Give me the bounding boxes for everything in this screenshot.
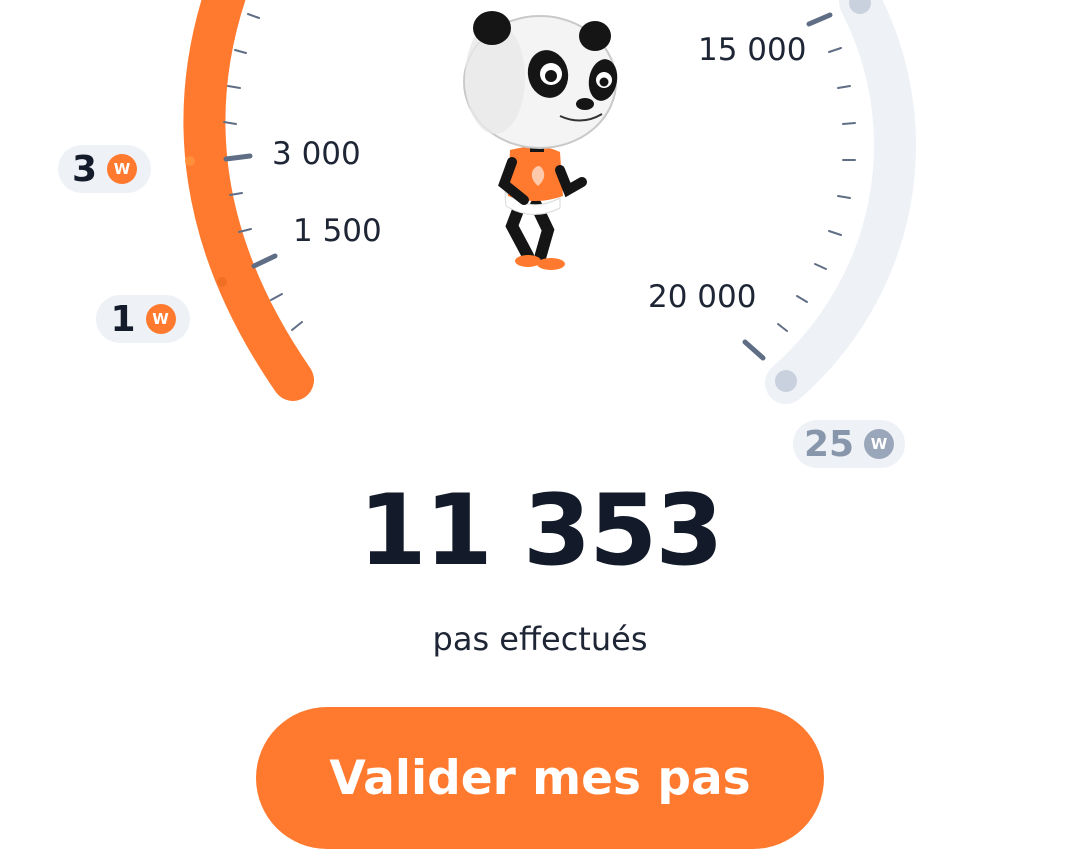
gauge-label-15000: 15 000 bbox=[698, 32, 806, 68]
panda-mascot-icon bbox=[463, 11, 618, 270]
reward-value: 3 bbox=[71, 148, 98, 190]
coin-icon: W bbox=[864, 429, 895, 459]
gauge-marker-3 bbox=[185, 156, 195, 166]
gauge-label-1500: 1 500 bbox=[293, 213, 382, 249]
reward-badge-25: 25 W bbox=[793, 420, 905, 468]
gauge-label-20000: 20 000 bbox=[648, 279, 756, 315]
step-caption: pas effectués bbox=[432, 620, 648, 658]
step-count: 11 353 bbox=[358, 474, 723, 588]
step-gauge: 3 000 1 500 15 000 20 000 bbox=[183, 0, 916, 404]
gauge-end-knob bbox=[775, 370, 797, 392]
reward-value: 25 bbox=[803, 423, 855, 465]
gauge-progress-arc bbox=[183, 0, 314, 401]
gauge-marker-1 bbox=[217, 277, 227, 287]
reward-badge-3: 3 W bbox=[58, 145, 151, 193]
coin-icon: W bbox=[107, 154, 138, 184]
gauge-label-3000: 3 000 bbox=[272, 136, 361, 172]
reward-badge-1: 1 W bbox=[96, 295, 190, 343]
reward-value: 1 bbox=[110, 298, 136, 340]
coin-icon: W bbox=[145, 304, 176, 334]
validate-steps-button[interactable]: Valider mes pas bbox=[256, 707, 824, 849]
